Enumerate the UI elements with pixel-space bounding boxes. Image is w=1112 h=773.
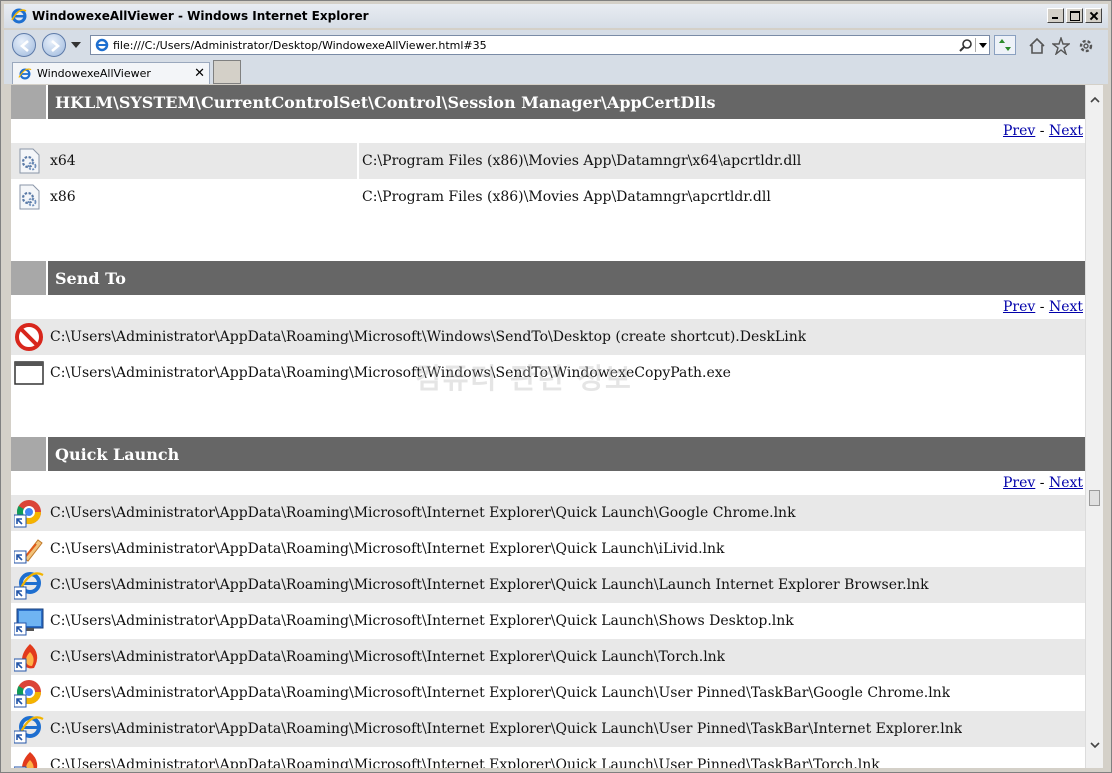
address-bar[interactable]: file:///C:/Users/Administrator/Desktop/W… (90, 35, 990, 55)
entry-name: x64 (47, 144, 357, 178)
entry-value: C:\Program Files (x86)\Movies App\Datamn… (362, 189, 771, 205)
window-icon (11, 355, 47, 391)
close-tab-icon[interactable]: ✕ (194, 66, 205, 81)
section-header-marker (11, 437, 46, 471)
pager: Prev - Next (11, 119, 1085, 143)
section-title: Quick Launch (48, 437, 1085, 471)
dll-settings-icon (11, 179, 47, 215)
recent-pages-dropdown[interactable] (71, 42, 81, 48)
table-row[interactable]: C:\Users\Administrator\AppData\Roaming\M… (11, 531, 1085, 567)
table-row[interactable]: C:\Users\Administrator\AppData\Roaming\M… (11, 319, 1085, 355)
page-content: HKLM\SYSTEM\CurrentControlSet\Control\Se… (11, 85, 1085, 768)
table-row[interactable]: C:\Users\Administrator\AppData\Roaming\M… (11, 603, 1085, 639)
section-header-marker (11, 85, 46, 119)
entry-value: C:\Program Files (x86)\Movies App\Datamn… (362, 153, 802, 169)
back-button[interactable] (12, 33, 36, 57)
entry-path: C:\Users\Administrator\AppData\Roaming\M… (50, 649, 726, 665)
ilivid-shortcut-icon (11, 531, 47, 567)
torch-shortcut-icon (11, 747, 47, 768)
pager: Prev - Next (11, 471, 1085, 495)
pager-separator: - (1035, 299, 1049, 315)
entry-path: C:\Users\Administrator\AppData\Roaming\M… (50, 329, 807, 345)
window-title: WindowexeAllViewer - Windows Internet Ex… (32, 9, 369, 23)
page-icon (95, 38, 109, 52)
entry-name: x86 (50, 189, 76, 205)
section-header: Send To (11, 261, 1085, 295)
next-link[interactable]: Next (1049, 123, 1083, 139)
chrome-shortcut-icon (11, 495, 47, 531)
entry-path: C:\Users\Administrator\AppData\Roaming\M… (50, 757, 880, 768)
home-icon[interactable] (1028, 37, 1046, 55)
section-header-marker (11, 261, 46, 295)
prev-link[interactable]: Prev (1003, 475, 1035, 491)
vertical-scrollbar[interactable] (1085, 85, 1103, 768)
next-link[interactable]: Next (1049, 299, 1083, 315)
tab-windowexeallviewer[interactable]: WindowexeAllViewer ✕ (12, 62, 210, 84)
section-title: HKLM\SYSTEM\CurrentControlSet\Control\Se… (48, 85, 1085, 119)
section-title: Send To (48, 261, 1085, 295)
table-row[interactable]: C:\Users\Administrator\AppData\Roaming\M… (11, 495, 1085, 531)
scroll-down-icon[interactable] (1090, 740, 1100, 750)
minimize-button[interactable] (1047, 8, 1064, 23)
section-appcertdlls: HKLM\SYSTEM\CurrentControlSet\Control\Se… (11, 85, 1085, 261)
address-dropdown-icon[interactable] (975, 38, 989, 52)
title-bar: WindowexeAllViewer - Windows Internet Ex… (4, 4, 1108, 28)
forward-button[interactable] (42, 33, 66, 57)
new-tab-button[interactable] (213, 60, 241, 84)
tab-bar: WindowexeAllViewer ✕ (4, 60, 1108, 84)
refresh-button[interactable] (994, 35, 1016, 55)
table-row[interactable]: C:\Users\Administrator\AppData\Roaming\M… (11, 747, 1085, 768)
close-window-button[interactable] (1085, 8, 1102, 23)
pager: Prev - Next (11, 295, 1085, 319)
prev-link[interactable]: Prev (1003, 123, 1035, 139)
table-row[interactable]: x64 C:\Program Files (x86)\Movies App\Da… (11, 143, 1085, 179)
entry-path: C:\Users\Administrator\AppData\Roaming\M… (50, 365, 731, 381)
refresh-icon (999, 39, 1011, 51)
search-icon[interactable] (959, 38, 973, 52)
blocked-icon (11, 319, 47, 355)
chrome-shortcut-icon (11, 675, 47, 711)
tab-page-icon (18, 68, 32, 79)
pager-separator: - (1035, 475, 1049, 491)
table-row[interactable]: C:\Users\Administrator\AppData\Roaming\M… (11, 355, 1085, 391)
entry-path: C:\Users\Administrator\AppData\Roaming\M… (50, 721, 963, 737)
desktop-shortcut-icon (11, 603, 47, 639)
prev-link[interactable]: Prev (1003, 299, 1035, 315)
entry-path: C:\Users\Administrator\AppData\Roaming\M… (50, 685, 951, 701)
tools-gear-icon[interactable] (1077, 37, 1095, 55)
pager-separator: - (1035, 123, 1049, 139)
back-arrow-icon (19, 40, 29, 52)
table-row[interactable]: C:\Users\Administrator\AppData\Roaming\M… (11, 675, 1085, 711)
torch-shortcut-icon (11, 639, 47, 675)
maximize-button[interactable] (1066, 8, 1083, 23)
navigation-bar: file:///C:/Users/Administrator/Desktop/W… (4, 30, 1108, 60)
next-link[interactable]: Next (1049, 475, 1083, 491)
table-row[interactable]: x86 C:\Program Files (x86)\Movies App\Da… (11, 179, 1085, 215)
section-header: Quick Launch (11, 437, 1085, 471)
table-row[interactable]: C:\Users\Administrator\AppData\Roaming\M… (11, 639, 1085, 675)
ie-shortcut-icon (11, 711, 47, 747)
forward-arrow-icon (51, 40, 61, 52)
scroll-up-icon[interactable] (1090, 95, 1100, 105)
entry-path: C:\Users\Administrator\AppData\Roaming\M… (50, 505, 796, 521)
table-row[interactable]: C:\Users\Administrator\AppData\Roaming\M… (11, 711, 1085, 747)
internet-explorer-icon (11, 8, 27, 24)
url-text[interactable]: file:///C:/Users/Administrator/Desktop/W… (113, 39, 959, 52)
entry-path: C:\Users\Administrator\AppData\Roaming\M… (50, 577, 929, 593)
favorites-star-icon[interactable] (1052, 37, 1070, 55)
entry-path: C:\Users\Administrator\AppData\Roaming\M… (50, 541, 725, 557)
table-row[interactable]: C:\Users\Administrator\AppData\Roaming\M… (11, 567, 1085, 603)
browser-window: WindowexeAllViewer - Windows Internet Ex… (0, 0, 1112, 773)
section-header: HKLM\SYSTEM\CurrentControlSet\Control\Se… (11, 85, 1085, 119)
dll-settings-icon (11, 143, 47, 179)
scrollbar-thumb[interactable] (1089, 490, 1100, 506)
entry-path: C:\Users\Administrator\AppData\Roaming\M… (50, 613, 794, 629)
ie-shortcut-icon (11, 567, 47, 603)
section-send-to: Send To Prev - Next C:\Users\Administrat… (11, 261, 1085, 437)
section-quick-launch: Quick Launch Prev - Next C:\Users\Admini… (11, 437, 1085, 768)
tab-label: WindowexeAllViewer (37, 67, 151, 80)
